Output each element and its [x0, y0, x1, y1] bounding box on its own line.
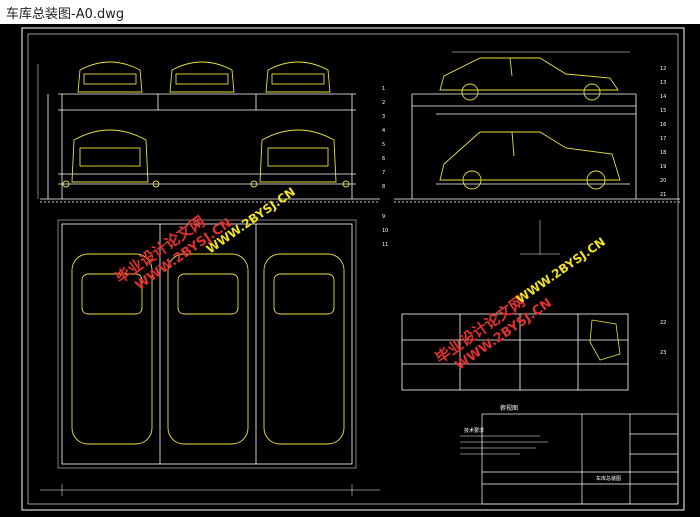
- callout: 17: [660, 136, 666, 142]
- window-titlebar: 车库总装图-A0.dwg: [0, 0, 700, 24]
- callout: 19: [660, 164, 666, 170]
- callout: 3: [382, 114, 385, 120]
- callout: 7: [382, 170, 385, 176]
- callout: 4: [382, 128, 385, 134]
- drawing-svg: 俯视图 技术要求 车库总装图 1 2 3 4 5 6 7 8 9 10 11 1…: [21, 27, 685, 511]
- callout: 15: [660, 108, 666, 114]
- callout: 9: [382, 214, 385, 220]
- section-label: 俯视图: [500, 404, 518, 412]
- callout: 14: [660, 94, 666, 100]
- callout: 21: [660, 192, 666, 198]
- callout: 11: [382, 242, 388, 248]
- svg-text:WWW.2BYSJ.CN: WWW.2BYSJ.CN: [514, 235, 608, 307]
- title-block-name: 车库总装图: [596, 475, 621, 482]
- technical-notes-label: 技术要求: [464, 427, 484, 434]
- callout: 12: [660, 66, 666, 72]
- callout: 13: [660, 80, 666, 86]
- callout: 1: [382, 86, 385, 92]
- watermark-4: WWW.2BYSJ.CN: [514, 235, 608, 307]
- plan-view-cars: [71, 253, 345, 445]
- technical-notes: [460, 435, 548, 455]
- side-cars: [439, 57, 621, 190]
- callout: 2: [382, 100, 385, 106]
- front-cars-upper: [77, 61, 331, 93]
- callout: 6: [382, 156, 385, 162]
- callout: 8: [382, 184, 385, 190]
- plan-view: [40, 219, 380, 496]
- window-title: 车库总装图-A0.dwg: [6, 6, 125, 22]
- callout: 18: [660, 150, 666, 156]
- callout: 5: [382, 142, 385, 148]
- front-cars-lower: [62, 129, 350, 188]
- cad-drawing-canvas[interactable]: 俯视图 技术要求 车库总装图 1 2 3 4 5 6 7 8 9 10 11 1…: [0, 24, 700, 517]
- callout: 23: [660, 350, 666, 356]
- callout: 16: [660, 122, 666, 128]
- side-elevation-view: [394, 51, 680, 203]
- callout: 20: [660, 178, 666, 184]
- callout: 22: [660, 320, 666, 326]
- title-block: [481, 413, 679, 505]
- callout: 10: [382, 228, 388, 234]
